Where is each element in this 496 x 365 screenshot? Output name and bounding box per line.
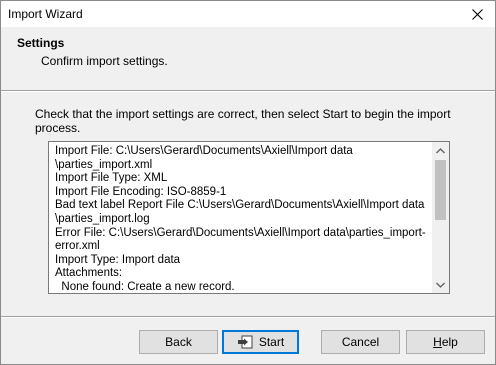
scroll-thumb[interactable]	[435, 160, 446, 220]
instructions-text: Check that the import settings are corre…	[35, 107, 451, 135]
settings-summary-box[interactable]: Import File: C:\Users\Gerard\Documents\A…	[48, 141, 450, 294]
cancel-button-label: Cancel	[341, 335, 380, 349]
settings-summary-text[interactable]: Import File: C:\Users\Gerard\Documents\A…	[55, 145, 430, 291]
window-title: Import Wizard	[8, 7, 83, 21]
close-button[interactable]	[459, 1, 495, 27]
help-button[interactable]: Help	[406, 330, 485, 354]
scroll-up-button[interactable]	[432, 142, 449, 159]
back-button-label: Back	[165, 335, 192, 349]
import-wizard-window: Import Wizard Settings Confirm import se…	[0, 0, 496, 365]
help-button-label: Help	[433, 335, 458, 349]
start-button[interactable]: Start	[222, 330, 299, 354]
header-divider-highlight	[1, 91, 495, 92]
section-title: Settings	[17, 36, 65, 50]
scroll-down-arrow-icon	[436, 282, 445, 288]
start-button-label: Start	[258, 335, 285, 349]
scroll-up-arrow-icon	[436, 147, 445, 153]
back-button[interactable]: Back	[139, 330, 218, 354]
cancel-button[interactable]: Cancel	[321, 330, 400, 354]
close-icon	[471, 8, 483, 20]
title-bar[interactable]: Import Wizard	[1, 1, 495, 27]
summary-scrollbar[interactable]	[432, 142, 449, 293]
import-start-icon	[237, 335, 253, 349]
scroll-down-button[interactable]	[432, 276, 449, 293]
footer-divider-highlight	[1, 317, 495, 318]
section-subtitle: Confirm import settings.	[41, 54, 168, 68]
